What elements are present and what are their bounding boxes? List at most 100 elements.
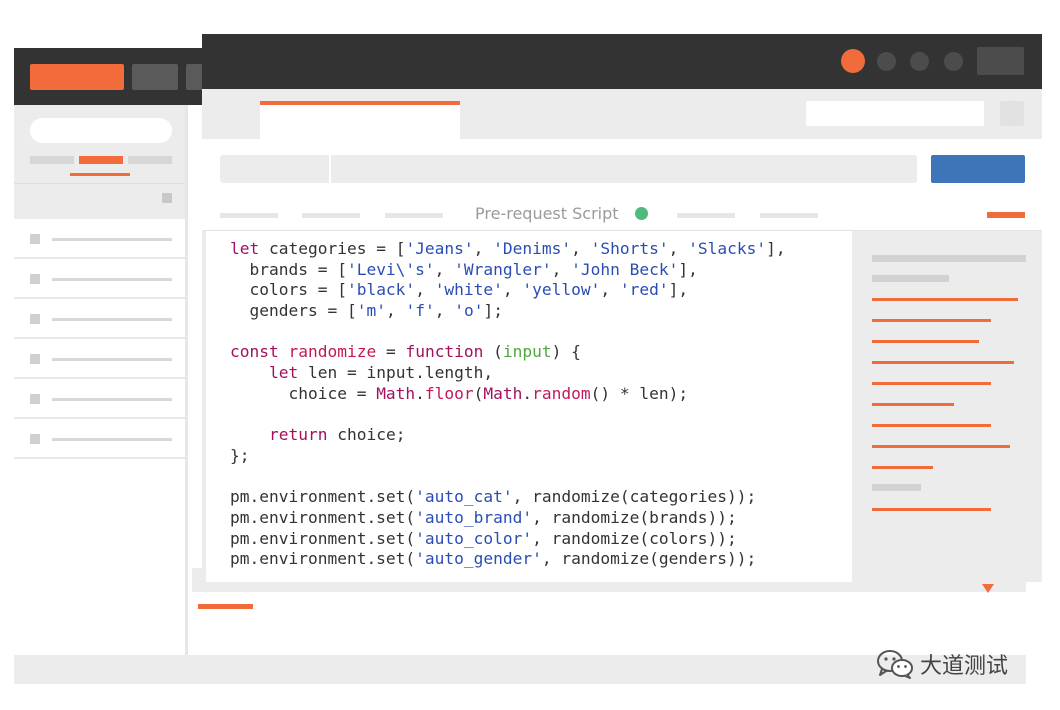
code-line[interactable] xyxy=(230,322,786,343)
code-token: pm.environment.set( xyxy=(230,507,416,527)
sidebar-collection-item[interactable] xyxy=(14,221,185,259)
snippet-link[interactable] xyxy=(872,445,1010,448)
sidebar-collection-item[interactable] xyxy=(14,381,185,419)
sidebar-search-input[interactable] xyxy=(30,118,172,143)
code-token: . xyxy=(415,383,425,403)
code-token: , randomize(colors)); xyxy=(532,528,737,548)
snippets-panel xyxy=(852,231,1042,582)
folder-icon xyxy=(30,234,40,244)
code-token: 'Slacks' xyxy=(688,239,767,258)
code-line[interactable]: const randomize = function (input) { xyxy=(230,342,786,363)
code-token: () * len); xyxy=(590,383,689,403)
sidebar-filter-icon[interactable] xyxy=(162,193,172,203)
background-sidebar xyxy=(14,105,188,655)
window-dot[interactable] xyxy=(944,52,963,71)
code-line[interactable]: brands = ['Levi\'s', 'Wrangler', 'John B… xyxy=(230,260,786,281)
code-token: input xyxy=(502,342,552,362)
snippet-link[interactable] xyxy=(872,403,954,406)
sidebar-item-label xyxy=(52,358,172,361)
code-token: 'Wrangler' xyxy=(454,259,552,279)
snippet-link[interactable] xyxy=(872,424,991,427)
script-editor[interactable]: let categories = ['Jeans', 'Denims', 'Sh… xyxy=(206,231,852,582)
code-token: 'o' xyxy=(454,301,484,321)
script-code[interactable]: let categories = ['Jeans', 'Denims', 'Sh… xyxy=(230,239,786,570)
code-token: pm.environment.set( xyxy=(230,549,416,569)
tab-tests[interactable] xyxy=(677,213,735,218)
snippets-section-label xyxy=(872,484,921,491)
code-token: , xyxy=(668,239,689,258)
code-token: let xyxy=(268,363,299,383)
sidebar-collection-item[interactable] xyxy=(14,421,185,459)
background-status-bar xyxy=(14,655,1026,684)
sidebar-tab-collections[interactable] xyxy=(79,156,123,164)
environment-selector[interactable] xyxy=(806,101,984,126)
environment-quick-look-button[interactable] xyxy=(1000,101,1024,126)
code-line[interactable]: let len = input.length, xyxy=(230,363,786,384)
tab-headers[interactable] xyxy=(385,213,443,218)
code-line[interactable] xyxy=(230,405,786,426)
code-token: 'white' xyxy=(434,280,503,300)
code-token: 'red' xyxy=(619,280,669,300)
code-line[interactable]: pm.environment.set('auto_brand', randomi… xyxy=(230,508,786,529)
code-line[interactable]: choice = Math.floor(Math.random() * len)… xyxy=(230,384,786,405)
code-line[interactable]: return choice; xyxy=(230,425,786,446)
sub-tab-action-indicator[interactable] xyxy=(987,212,1025,218)
code-token: }; xyxy=(230,445,250,465)
code-line[interactable]: pm.environment.set('auto_color', randomi… xyxy=(230,529,786,550)
snippet-link[interactable] xyxy=(872,508,991,511)
code-token: , xyxy=(600,280,620,300)
sidebar-tab-apis[interactable] xyxy=(128,156,172,164)
tab-params[interactable] xyxy=(220,213,278,218)
background-new-button[interactable] xyxy=(30,64,124,90)
response-active-tab-indicator xyxy=(198,604,253,609)
code-token: 'm' xyxy=(356,301,386,321)
sidebar-collection-item[interactable] xyxy=(14,301,185,339)
code-line[interactable]: pm.environment.set('auto_gender', random… xyxy=(230,549,786,570)
code-line[interactable] xyxy=(230,467,786,488)
sidebar-collection-item[interactable] xyxy=(14,261,185,299)
code-line[interactable]: genders = ['m', 'f', 'o']; xyxy=(230,301,786,322)
snippet-link[interactable] xyxy=(872,340,979,343)
snippets-header xyxy=(872,255,1026,262)
window-dot[interactable] xyxy=(910,52,929,71)
code-token: return xyxy=(268,425,328,445)
sidebar-collection-item[interactable] xyxy=(14,341,185,379)
snippet-link[interactable] xyxy=(872,319,991,322)
sidebar-item-label xyxy=(52,238,172,241)
code-token: , xyxy=(434,301,455,321)
window-dot[interactable] xyxy=(877,52,896,71)
code-token: . xyxy=(522,383,533,403)
script-status-dot xyxy=(635,207,648,220)
close-window-dot[interactable] xyxy=(841,49,865,73)
send-button[interactable] xyxy=(931,155,1025,183)
code-line[interactable]: }; xyxy=(230,446,786,467)
tab-authorization[interactable] xyxy=(302,213,360,218)
code-line[interactable]: pm.environment.set('auto_cat', randomize… xyxy=(230,487,786,508)
chevron-down-icon[interactable] xyxy=(982,584,994,593)
tab-settings[interactable] xyxy=(760,213,818,218)
code-token: 'Levi\'s' xyxy=(346,259,435,279)
code-token: pm.environment.set( xyxy=(230,528,416,548)
wechat-icon xyxy=(876,649,914,679)
code-token: genders = [ xyxy=(230,301,357,321)
request-editor-window: Pre-request Script let categories = ['Je… xyxy=(202,34,1042,582)
snippet-link[interactable] xyxy=(872,361,1014,364)
code-token: 'auto_color' xyxy=(415,528,533,548)
sidebar-tab-history[interactable] xyxy=(30,156,74,164)
tab-pre-request-script[interactable]: Pre-request Script xyxy=(475,204,619,223)
code-line[interactable]: colors = ['black', 'white', 'yellow', 'r… xyxy=(230,280,786,301)
code-token: Math xyxy=(376,383,416,403)
title-bar-button[interactable] xyxy=(977,47,1024,75)
background-import-button[interactable] xyxy=(132,64,178,90)
code-token: let xyxy=(230,239,260,258)
code-token: ]; xyxy=(483,301,503,321)
request-tab-active[interactable] xyxy=(260,101,460,139)
snippet-link[interactable] xyxy=(872,382,991,385)
code-token: , randomize(genders)); xyxy=(541,549,757,569)
code-token: , randomize(categories)); xyxy=(512,487,757,507)
code-line[interactable]: let categories = ['Jeans', 'Denims', 'Sh… xyxy=(230,239,786,260)
request-url-input[interactable] xyxy=(220,155,917,183)
snippet-link[interactable] xyxy=(872,298,1018,301)
code-token: ], xyxy=(678,259,698,279)
snippet-link[interactable] xyxy=(872,466,933,469)
